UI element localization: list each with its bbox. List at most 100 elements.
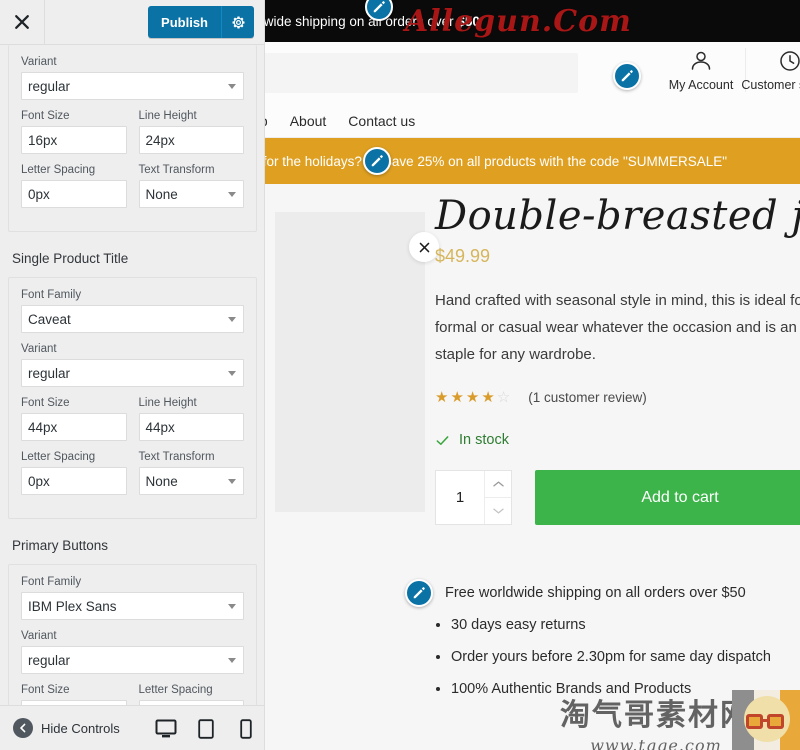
select-font-family[interactable]: Caveat (21, 305, 244, 333)
close-customizer-button[interactable] (0, 0, 45, 44)
product-summary: Double-breasted jacket $49.99 Hand craft… (435, 194, 800, 525)
quantity-value[interactable]: 1 (436, 471, 484, 524)
nav-link-contact-us[interactable]: Contact us (348, 113, 415, 129)
quantity-stepper[interactable]: 1 (435, 470, 512, 525)
shipping-note-text: Free worldwide shipping on all orders ov… (445, 585, 746, 601)
customer-review-link[interactable]: (1 customer review) (528, 390, 647, 405)
watermark-tqge-url: www.tqge.com (590, 736, 722, 750)
select-variant[interactable]: regular (21, 359, 244, 387)
chevron-down-icon (228, 604, 236, 609)
search-row: Search products... My Account (265, 42, 800, 104)
collapse-left-icon (13, 718, 33, 738)
value-text: 44px (28, 419, 58, 435)
field-label: Text Transform (138, 164, 215, 176)
value-text: Caveat (28, 311, 71, 327)
select-variant[interactable]: regular (21, 646, 244, 674)
field-font-family: Font Family Caveat (21, 288, 244, 333)
chevron-down-icon (228, 371, 236, 376)
value-text: 44px (145, 419, 175, 435)
close-icon (15, 15, 29, 29)
value-text: regular (28, 78, 71, 94)
edit-pin-shipping[interactable] (405, 579, 433, 607)
field-font-size: Font Size 44px (21, 396, 127, 441)
field-label: Letter Spacing (21, 451, 96, 463)
field-label: Font Family (21, 289, 82, 301)
field-row: Letter Spacing 0px Text Transform None (21, 450, 244, 495)
field-row: Font Size 44px Line Height 44px (21, 396, 244, 441)
promo-bar: Ready for the holidays? — Save 25% on al… (265, 138, 800, 184)
edit-pin-promo[interactable] (363, 147, 391, 175)
customizer-header: Publish (0, 0, 264, 45)
nav-link-shop[interactable]: Shop (265, 113, 268, 129)
user-icon (691, 51, 711, 70)
input-font-size[interactable]: 44px (21, 413, 127, 441)
input-line-height[interactable]: 44px (138, 413, 244, 441)
field-label: Line Height (138, 397, 197, 409)
mobile-preview-icon[interactable] (235, 718, 257, 740)
star-rating-icon: ★★★★☆ (435, 389, 513, 406)
field-line-height: Line Height 44px (138, 396, 244, 441)
product-rating: ★★★★☆ (1 customer review) (435, 388, 800, 406)
input-font-size[interactable]: 16px (21, 126, 127, 154)
value-text: 0px (28, 186, 50, 202)
customer-service-label: Customer service (741, 78, 800, 92)
gear-icon (232, 16, 244, 28)
field-variant: Variant regular (21, 629, 244, 674)
input-line-height[interactable]: 24px (138, 126, 244, 154)
field-label: Font Size (21, 110, 70, 122)
field-label: Variant (21, 343, 57, 355)
select-variant[interactable]: regular (21, 72, 244, 100)
benefit-item: 100% Authentic Brands and Products (451, 673, 771, 705)
site-preview: Free worldwide shipping on all orders ov… (265, 0, 800, 750)
input-letter-spacing[interactable]: 0px (21, 467, 127, 495)
field-text-transform: Text Transform None (138, 450, 244, 495)
pencil-icon (373, 1, 385, 13)
chevron-down-icon (228, 317, 236, 322)
select-font-family[interactable]: IBM Plex Sans (21, 592, 244, 620)
announcement-prefix: Free worldwide shipping on all orders ov… (265, 13, 454, 29)
tablet-preview-icon[interactable] (195, 718, 217, 740)
my-account-link[interactable]: My Account (657, 48, 745, 92)
field-variant: Variant regular (21, 342, 244, 387)
section-title-single-product-title: Single Product Title (0, 238, 264, 277)
select-text-transform[interactable]: None (138, 467, 244, 495)
field-text-transform: Text Transform None (138, 163, 244, 208)
nav-link-about[interactable]: About (290, 113, 327, 129)
customizer-sidebar: Publish Variant regular Font Size 16px Line … (0, 0, 265, 750)
stock-status-label: In stock (459, 432, 509, 448)
panel-partial-top: Variant regular Font Size 16px Line Height 24… (8, 45, 257, 232)
field-letter-spacing: Letter Spacing 0px (21, 163, 127, 208)
search-input[interactable]: Search products... (265, 53, 578, 93)
publish-button[interactable]: Publish (148, 6, 221, 38)
field-line-height: Line Height 24px (138, 109, 244, 154)
publish-group: Publish (148, 6, 254, 38)
value-text: 0px (28, 473, 50, 489)
field-label: Text Transform (138, 451, 215, 463)
field-label: Variant (21, 56, 57, 68)
field-label: Font Family (21, 576, 82, 588)
input-letter-spacing[interactable]: 0px (21, 180, 127, 208)
value-text: 24px (145, 132, 175, 148)
edit-pin-search[interactable] (613, 62, 641, 90)
value-text: regular (28, 365, 71, 381)
select-text-transform[interactable]: None (138, 180, 244, 208)
product-gallery-image[interactable] (275, 212, 439, 512)
hide-controls-button[interactable]: Hide Controls (13, 718, 120, 738)
support-clock-icon (780, 51, 800, 71)
customizer-footer: Hide Controls (0, 705, 264, 750)
account-group: My Account Customer service (657, 48, 800, 92)
desktop-preview-icon[interactable] (155, 718, 177, 740)
field-label: Line Height (138, 110, 197, 122)
benefit-item: Order yours before 2.30pm for same day d… (451, 641, 771, 673)
add-to-cart-button[interactable]: Add to cart (535, 470, 800, 525)
customizer-scroll-area[interactable]: Variant regular Font Size 16px Line Height 24… (0, 45, 264, 727)
field-label: Variant (21, 630, 57, 642)
quantity-decrement-button[interactable] (485, 497, 511, 524)
chevron-up-icon (492, 481, 504, 487)
field-letter-spacing: Letter Spacing 0px (21, 450, 127, 495)
chevron-down-icon (228, 84, 236, 89)
quantity-increment-button[interactable] (485, 471, 511, 497)
publish-settings-button[interactable] (221, 6, 254, 38)
quantity-buttons (484, 471, 511, 524)
customer-service-link[interactable]: Customer service (741, 48, 800, 92)
